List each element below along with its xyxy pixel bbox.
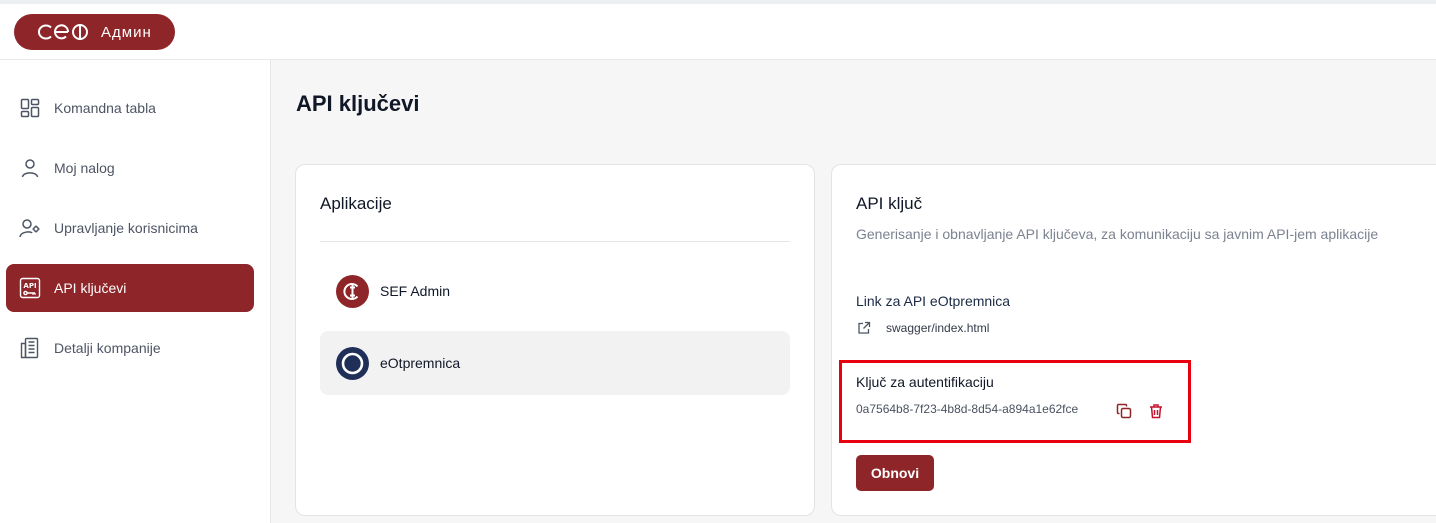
auth-key-value: 0a7564b8-7f23-4b8d-8d54-a894a1e62fce: [856, 402, 1079, 416]
copy-icon: [1116, 403, 1132, 419]
svg-text:API: API: [23, 282, 36, 290]
api-key-subtitle: Generisanje i obnavljanje API ključeva, …: [856, 226, 1379, 242]
sidebar-item-company[interactable]: Detalji kompanije: [6, 324, 254, 372]
swagger-link[interactable]: swagger/index.html: [856, 320, 989, 336]
top-bar: Админ: [0, 0, 1436, 60]
cef-logo: [36, 22, 92, 42]
cef-logo-icon: [37, 24, 88, 40]
brand-badge[interactable]: Админ: [14, 14, 175, 50]
eotpremnica-icon: [336, 346, 369, 380]
api-key-title: API ključ: [856, 194, 923, 213]
copy-key-button[interactable]: [1114, 401, 1134, 421]
app-name: eOtpremnica: [380, 355, 461, 371]
sidebar: Komandna tabla Moj nalog Upravljanje kor…: [0, 60, 271, 523]
sidebar-item-api-keys[interactable]: API API ključevi: [6, 264, 254, 312]
brand-text: Админ: [101, 23, 152, 41]
trash-icon: [1150, 404, 1162, 419]
sidebar-item-label: Moj nalog: [54, 160, 115, 176]
applications-card: Aplikacije SEF Admin eOtpremnica: [295, 164, 815, 516]
user-settings-icon: [19, 217, 41, 239]
sidebar-item-label: Komandna tabla: [54, 100, 156, 116]
sidebar-item-label: Detalji kompanije: [54, 340, 161, 356]
renew-button[interactable]: Obnovi: [856, 455, 934, 491]
external-link-icon: [856, 320, 872, 336]
swagger-link-text: swagger/index.html: [886, 321, 990, 335]
api-link-label: Link za API eOtpremnica: [856, 293, 1011, 309]
app-item-sef-admin[interactable]: SEF Admin: [320, 259, 790, 323]
user-icon: [19, 157, 41, 179]
dashboard-icon: [19, 97, 41, 119]
sidebar-item-dashboard[interactable]: Komandna tabla: [6, 84, 254, 132]
app-name: SEF Admin: [380, 283, 451, 299]
sef-icon: [336, 274, 369, 308]
app-item-eotpremnica[interactable]: eOtpremnica: [320, 331, 790, 395]
sidebar-item-label: API ključevi: [54, 280, 127, 296]
building-icon: [19, 337, 41, 359]
sidebar-item-users[interactable]: Upravljanje korisnicima: [6, 204, 254, 252]
api-key-icon: API: [19, 277, 41, 299]
divider: [320, 241, 790, 242]
page-title: API ključevi: [296, 91, 420, 116]
auth-key-label: Ključ za autentifikaciju: [856, 374, 994, 390]
applications-title: Aplikacije: [320, 194, 392, 213]
delete-key-button[interactable]: [1146, 401, 1166, 421]
sidebar-item-label: Upravljanje korisnicima: [54, 220, 198, 236]
sidebar-item-account[interactable]: Moj nalog: [6, 144, 254, 192]
